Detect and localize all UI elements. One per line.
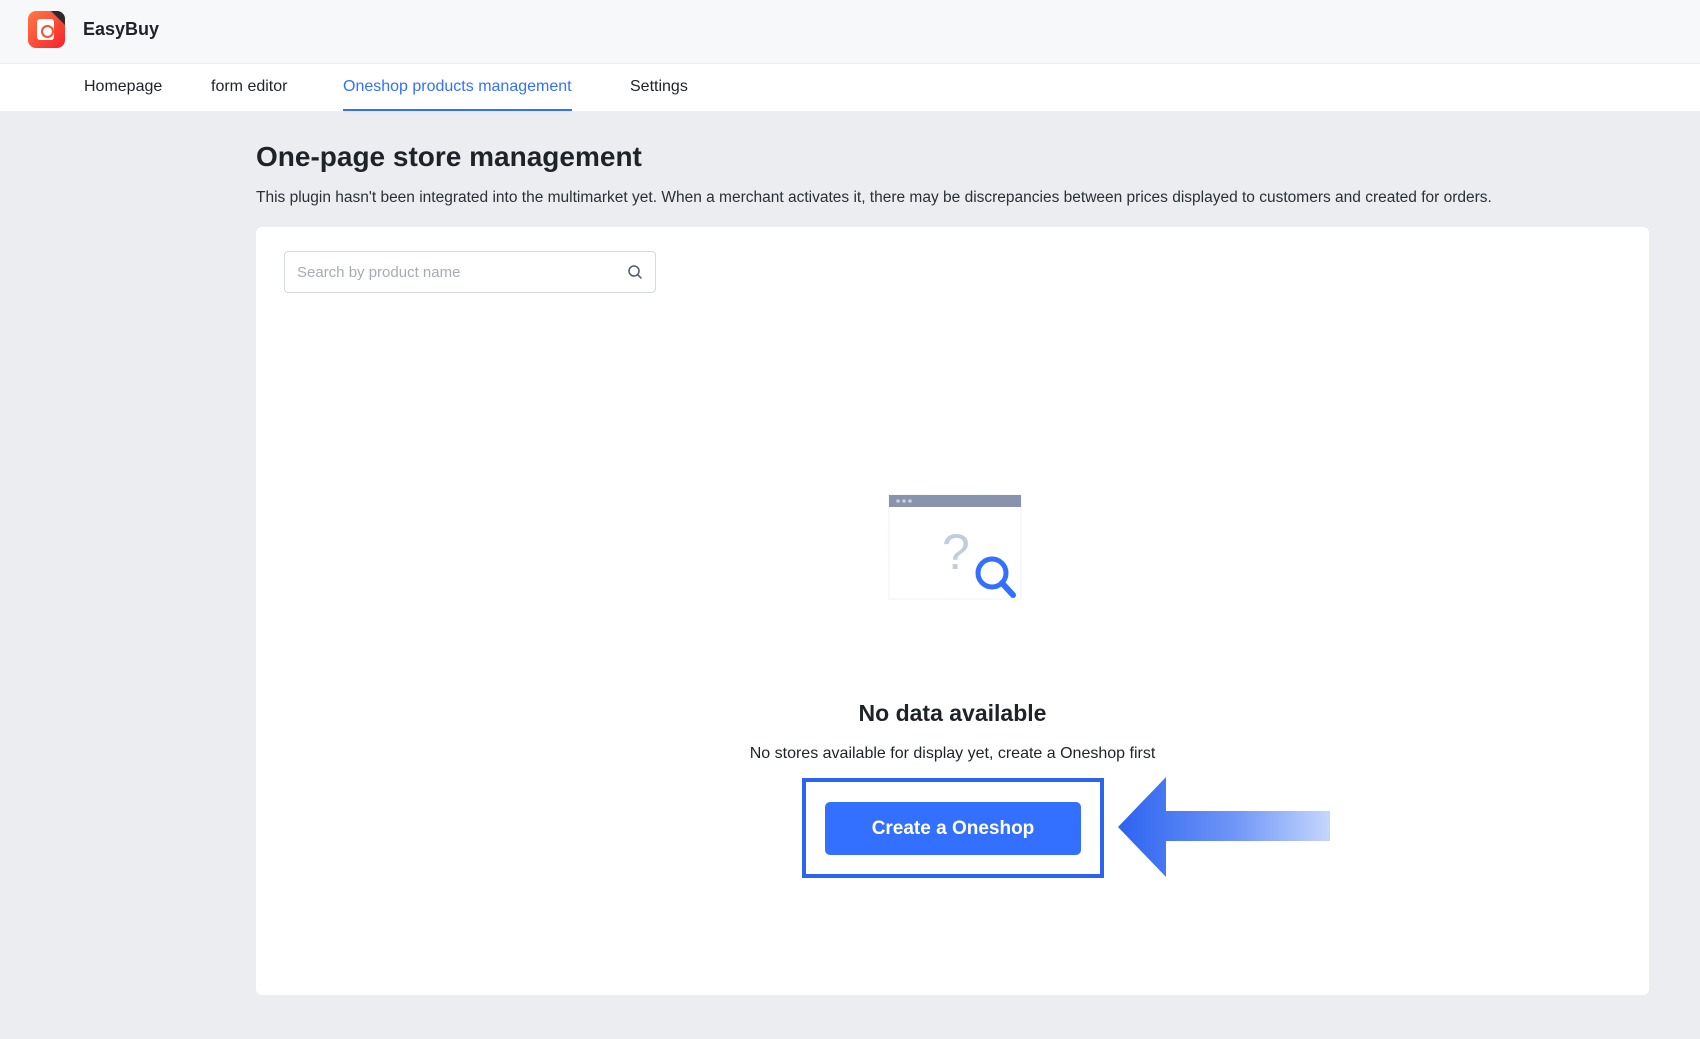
- search-input[interactable]: [297, 252, 617, 292]
- app-name: EasyBuy: [83, 19, 160, 39]
- svg-text:?: ?: [942, 524, 970, 580]
- main-nav: Homepage form editor Oneshop products ma…: [0, 64, 1700, 111]
- empty-search-illustration-icon: ?: [874, 472, 1030, 607]
- content-card: ? No data available No stores available …: [256, 227, 1649, 995]
- empty-state-title: No data available: [858, 700, 1047, 726]
- tab-settings[interactable]: Settings: [630, 64, 688, 111]
- top-bar: EasyBuy: [0, 0, 1700, 64]
- tab-homepage[interactable]: Homepage: [84, 64, 162, 111]
- page-title: One-page store management: [256, 141, 642, 172]
- tab-oneshop-products-management[interactable]: Oneshop products management: [343, 64, 572, 111]
- create-oneshop-button[interactable]: Create a Oneshop: [825, 802, 1081, 855]
- tab-form-editor[interactable]: form editor: [211, 64, 287, 111]
- search-box[interactable]: [284, 251, 656, 293]
- search-icon[interactable]: [627, 264, 643, 280]
- page-description: This plugin hasn't been integrated into …: [256, 189, 1492, 206]
- pointer-arrow-icon: [1118, 777, 1330, 877]
- empty-state-description: No stores available for display yet, cre…: [749, 745, 1156, 762]
- logo-document: [37, 19, 54, 40]
- easybuy-logo-icon[interactable]: [28, 11, 65, 48]
